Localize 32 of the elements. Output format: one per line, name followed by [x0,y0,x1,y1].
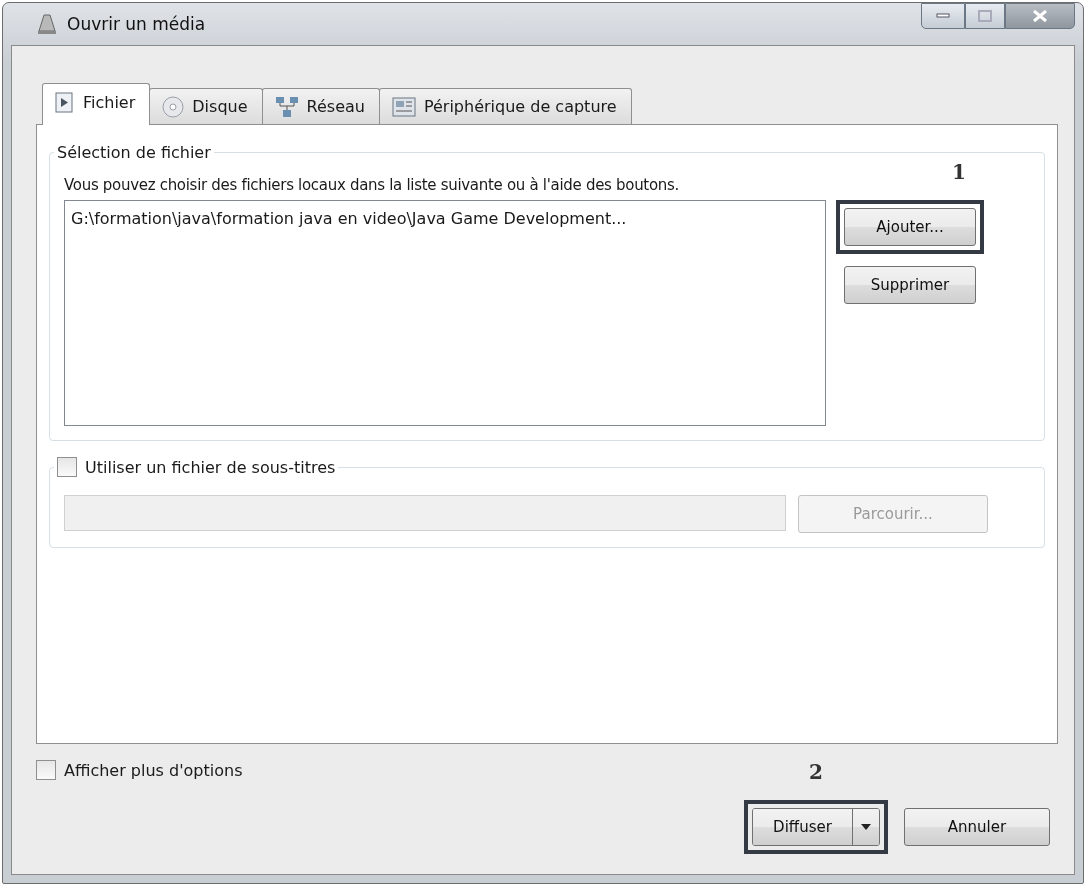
minimize-icon [936,13,950,19]
close-button[interactable] [1005,3,1075,29]
tab[interactable]: Réseau [261,88,380,124]
file-list[interactable]: G:\formation\java\formation java en video\Java Game Development... [64,200,826,426]
stream-button[interactable]: Diffuser [753,809,853,845]
file-button[interactable]: Ajouter... [844,208,976,246]
window-title: Ouvrir un média [67,14,207,34]
minimize-button[interactable] [921,3,965,29]
play-file-icon [55,91,75,114]
checkbox-label: Utiliser un fichier de sous-titres [85,457,336,477]
close-icon [1032,9,1048,23]
checkbox-label: Afficher plus d'options [64,760,243,780]
device-icon [391,96,416,117]
checkbox[interactable] [57,457,77,477]
tab[interactable]: Périphérique de capture [378,88,632,124]
maximize-button[interactable] [965,3,1005,29]
annotation-number: 2 [809,760,823,784]
file-item[interactable]: G:\formation\java\formation java en video\Java Game Development... [71,209,819,228]
group-title: Sélection de fichier [56,143,212,162]
checkbox[interactable] [36,760,56,780]
disc-icon [162,95,185,118]
annotation-number: 1 [952,160,966,184]
instructions-text: Vous pouvez choisir des fichiers locaux dans la liste suivante ou à l'aide des boutons. [64,176,681,194]
network-icon [274,95,299,118]
tab[interactable]: Fichier [42,83,151,125]
cone-icon [37,13,57,35]
caret-icon [861,824,871,830]
tab[interactable]: Disque [149,88,263,124]
file-button[interactable]: Supprimer [844,266,976,304]
cancel-button[interactable]: Annuler [904,808,1050,846]
maximize-icon [978,10,992,22]
dropdown-button[interactable] [853,809,879,845]
